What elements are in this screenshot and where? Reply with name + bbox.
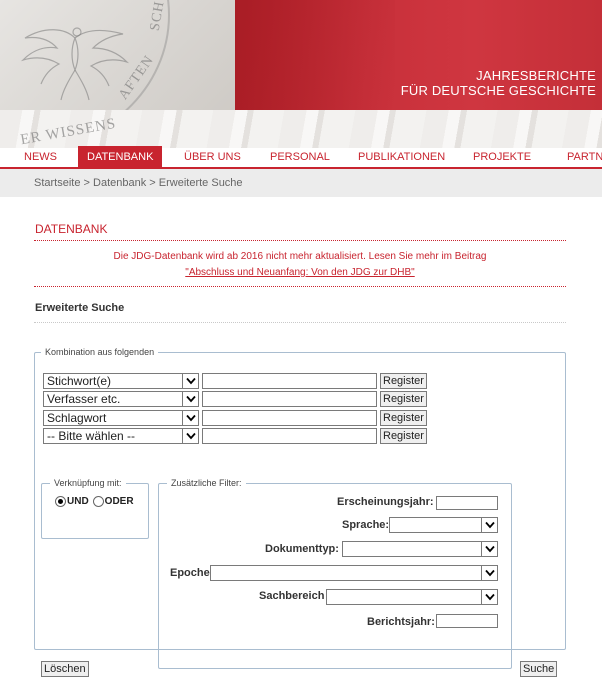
seal-image: ER WISSENS AFTEN SCH	[0, 0, 235, 110]
search-term-input[interactable]	[202, 428, 377, 444]
combine-legend: Verknüpfung mit:	[50, 477, 126, 489]
field-select-value: -- Bitte wählen --	[47, 429, 136, 443]
search-button[interactable]: Suche	[520, 661, 558, 677]
dokumenttyp-label: Dokumenttyp:	[265, 543, 339, 555]
chevron-down-icon	[481, 518, 497, 532]
divider	[34, 286, 566, 287]
field-select[interactable]: Stichwort(e)	[43, 373, 199, 389]
breadcrumb-datenbank[interactable]: Datenbank	[93, 177, 146, 189]
filter-legend: Zusätzliche Filter:	[167, 477, 246, 489]
register-button[interactable]: Register	[380, 373, 427, 389]
breadcrumb: Startseite > Datenbank > Erweiterte Such…	[0, 169, 602, 197]
header-banner: JAHRESBERICHTE FÜR DEUTSCHE GESCHICHTE	[235, 0, 602, 110]
chevron-down-icon	[481, 590, 497, 604]
nav-item-personal[interactable]: PERSONAL	[270, 146, 330, 168]
site-title-line1: JAHRESBERICHTE	[476, 68, 596, 83]
notice-text: Die JDG-Datenbank wird ab 2016 nicht meh…	[34, 249, 566, 281]
chevron-down-icon	[182, 392, 198, 406]
nav-item-projekte[interactable]: PROJEKTE	[473, 146, 531, 168]
section-title: DATENBANK	[35, 222, 108, 236]
erscheinungsjahr-input[interactable]	[436, 496, 498, 510]
field-select[interactable]: Verfasser etc.	[43, 391, 199, 407]
chevron-down-icon	[182, 429, 198, 443]
sprache-label: Sprache:	[342, 519, 390, 531]
register-button[interactable]: Register	[380, 410, 427, 426]
field-select-value: Schlagwort	[47, 411, 107, 425]
site-title[interactable]: JAHRESBERICHTE FÜR DEUTSCHE GESCHICHTE	[401, 68, 596, 98]
breadcrumb-separator: >	[80, 177, 94, 189]
register-button[interactable]: Register	[380, 391, 427, 407]
search-term-input[interactable]	[202, 391, 377, 407]
sachbereich-label: Sachbereich	[259, 590, 325, 602]
dokumenttyp-select[interactable]	[342, 541, 498, 557]
berichtsjahr-input[interactable]	[436, 614, 498, 628]
notice-line: Die JDG-Datenbank wird ab 2016 nicht meh…	[113, 251, 487, 262]
nav-item-publikationen[interactable]: PUBLIKATIONEN	[358, 146, 445, 168]
search-term-input[interactable]	[202, 410, 377, 426]
divider	[34, 322, 566, 323]
epoche-label: Epoche	[170, 567, 210, 579]
site-header: ER WISSENS AFTEN SCH JAHRESBERICHTE FÜR …	[0, 0, 602, 148]
nav-item-ueber-uns[interactable]: ÜBER UNS	[184, 146, 241, 168]
clear-button[interactable]: Löschen	[41, 661, 89, 677]
breadcrumb-separator: >	[146, 177, 159, 189]
site-title-line2: FÜR DEUTSCHE GESCHICHTE	[400, 83, 596, 98]
radio-und-label: UND	[67, 496, 89, 507]
page-subtitle: Erweiterte Suche	[35, 302, 125, 314]
sprache-select[interactable]	[389, 517, 498, 533]
chevron-down-icon	[182, 374, 198, 388]
nav-item-news[interactable]: NEWS	[24, 146, 57, 168]
combine-radio-group: UND ODER	[55, 496, 134, 507]
combine-fieldset: Verknüpfung mit:	[41, 477, 149, 539]
search-legend: Kombination aus folgenden	[41, 346, 159, 358]
search-term-input[interactable]	[202, 373, 377, 389]
erscheinungsjahr-label: Erscheinungsjahr:	[337, 496, 434, 508]
field-select-value: Stichwort(e)	[47, 374, 112, 388]
berichtsjahr-label: Berichtsjahr:	[367, 616, 435, 628]
radio-und[interactable]	[55, 496, 66, 507]
main-nav: NEWS DATENBANK ÜBER UNS PERSONAL PUBLIKA…	[0, 146, 602, 168]
breadcrumb-home[interactable]: Startseite	[34, 177, 80, 189]
field-select-value: Verfasser etc.	[47, 392, 121, 406]
divider	[34, 240, 566, 241]
nav-item-datenbank[interactable]: DATENBANK	[78, 146, 163, 168]
sachbereich-select[interactable]	[326, 589, 498, 605]
radio-oder-label: ODER	[104, 496, 134, 507]
chevron-down-icon	[481, 542, 497, 556]
chevron-down-icon	[481, 566, 497, 580]
nav-item-partner[interactable]: PARTNE	[567, 146, 602, 168]
breadcrumb-current: Erweiterte Suche	[158, 177, 243, 189]
epoche-select[interactable]	[210, 565, 498, 581]
field-select[interactable]: Schlagwort	[43, 410, 199, 426]
field-select[interactable]: -- Bitte wählen --	[43, 428, 199, 444]
radio-oder[interactable]	[92, 496, 104, 507]
chevron-down-icon	[182, 411, 198, 425]
register-button[interactable]: Register	[380, 428, 427, 444]
notice-link[interactable]: "Abschluss und Neuanfang: Von den JDG zu…	[185, 267, 414, 278]
